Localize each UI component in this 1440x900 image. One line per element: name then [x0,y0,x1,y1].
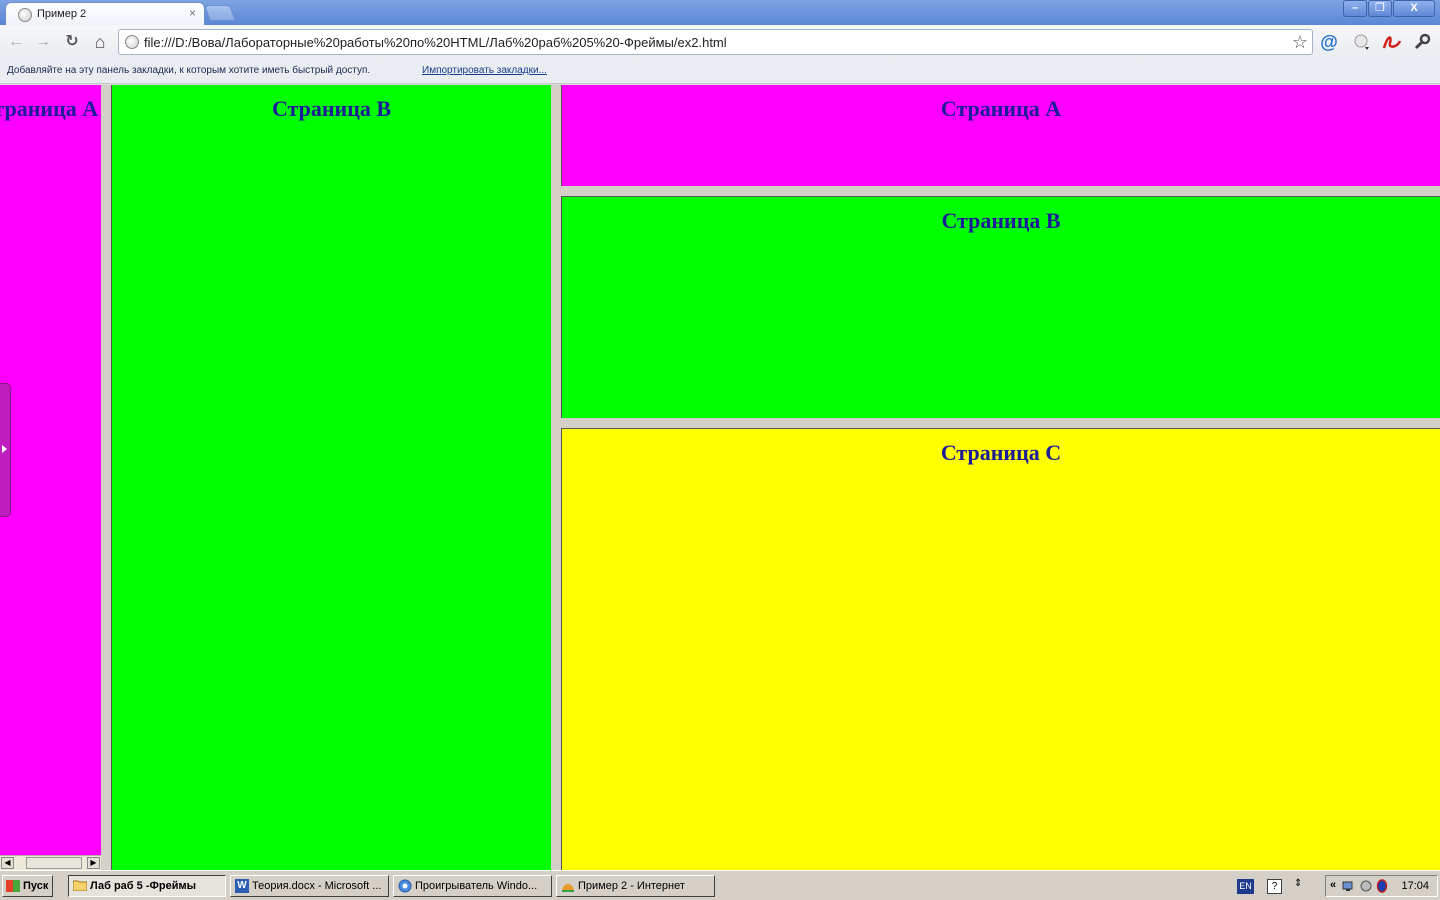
taskbar-item-folder[interactable]: Лаб раб 5 -Фреймы [68,875,226,897]
word-icon: W [235,879,249,893]
scroll-right-arrow-icon[interactable]: ▶ [87,857,100,869]
extension-search-icon[interactable] [1353,33,1371,51]
close-window-button[interactable]: X [1393,0,1435,17]
scroll-left-arrow-icon[interactable]: ◀ [1,857,14,869]
tab-primer-2[interactable]: Пример 2 × [5,2,205,25]
mail-at-icon[interactable]: @ [1320,33,1338,51]
page-info-icon[interactable] [125,35,139,49]
bookmarks-hint: Добавляйте на эту панель закладки, к кот… [7,65,371,76]
show-hidden-icons[interactable]: « [1330,879,1336,891]
new-tab-button[interactable] [204,5,236,21]
frameset: Страница А ◀ ▶ Страница В Страница А Стр… [0,85,1440,870]
folder-icon [72,879,88,893]
frame-right-page-c[interactable]: Страница С [561,428,1440,870]
taskbar-item-media-player[interactable]: Проигрыватель Windo... [393,875,552,897]
url-text[interactable]: file:///D:/Вова/Лабораторные%20работы%20… [144,35,727,50]
windows-taskbar: Пуск Лаб раб 5 -Фреймы W Теория.docx - M… [0,870,1440,900]
wrench-icon[interactable] [1413,33,1431,51]
scroll-thumb[interactable] [26,857,82,869]
volume-icon[interactable] [1359,879,1373,896]
import-bookmarks-link[interactable]: Импортировать закладки... [422,65,547,76]
network-icon[interactable] [1342,879,1356,896]
horizontal-scrollbar[interactable]: ◀ ▶ [0,855,101,870]
frame-left-page-b[interactable]: Страница В [111,85,551,870]
taskbar-item-word[interactable]: W Теория.docx - Microsoft ... [230,875,389,897]
address-bar[interactable]: file:///D:/Вова/Лабораторные%20работы%20… [118,29,1313,55]
windows-logo-icon [6,880,20,892]
frame-right-page-b[interactable]: Страница В [561,196,1440,418]
frame-divider-vertical-1[interactable] [101,85,111,870]
chrome-icon [398,879,412,893]
start-button[interactable]: Пуск [2,875,53,897]
taskbar-item-label: Пример 2 - Интернет [578,880,685,892]
start-label: Пуск [23,880,49,892]
bookmarks-bar: Добавляйте на эту панель закладки, к кот… [0,59,1440,84]
globe-icon [18,8,32,22]
language-indicator[interactable]: EN [1237,879,1254,894]
side-panel-handle[interactable] [0,383,11,517]
frame-divider-horizontal-1[interactable] [561,186,1440,196]
taskbar-item-browser[interactable]: Пример 2 - Интернет [556,875,715,897]
bookmark-star-icon[interactable]: ☆ [1292,32,1308,53]
acrobat-icon[interactable] [1382,33,1402,51]
antivirus-icon[interactable] [1376,879,1388,896]
browser-icon [561,879,575,893]
browser-title-bar: Пример 2 × – ❐ X [0,0,1440,25]
restore-button[interactable]: ❐ [1368,0,1392,17]
system-tray: « 17:04 [1325,875,1438,897]
frame-divider-horizontal-2[interactable] [561,418,1440,428]
frame-right-page-a[interactable]: Страница А [561,85,1440,186]
frame-left-b-heading: Страница В [271,96,392,121]
tab-close-icon[interactable]: × [189,6,196,20]
toolbar-options-icon[interactable]: ⇕ [1294,878,1302,889]
back-icon[interactable]: ← [7,33,25,51]
taskbar-item-label: Лаб раб 5 -Фреймы [90,880,197,892]
minimize-button[interactable]: – [1343,0,1367,17]
frame-left-page-a[interactable]: Страница А ◀ ▶ [0,85,101,870]
forward-icon[interactable]: → [34,33,52,51]
reload-icon[interactable]: ↻ [63,33,81,51]
help-icon[interactable]: ? [1267,879,1282,894]
browser-toolbar: ← → ↻ ⌂ file:///D:/Вова/Лабораторные%20р… [0,25,1440,59]
tab-title: Пример 2 [37,8,87,20]
clock[interactable]: 17:04 [1401,880,1429,892]
taskbar-item-label: Проигрыватель Windo... [415,880,538,892]
frame-right-c-heading: Страница С [940,440,1062,465]
home-icon[interactable]: ⌂ [91,33,109,51]
frame-divider-vertical-2[interactable] [551,85,561,870]
frame-right-a-heading: Страница А [940,96,1062,121]
frame-left-a-heading: Страница А [0,96,99,121]
taskbar-item-label: Теория.docx - Microsoft ... [252,880,382,892]
frame-right-b-heading: Страница В [941,208,1061,233]
